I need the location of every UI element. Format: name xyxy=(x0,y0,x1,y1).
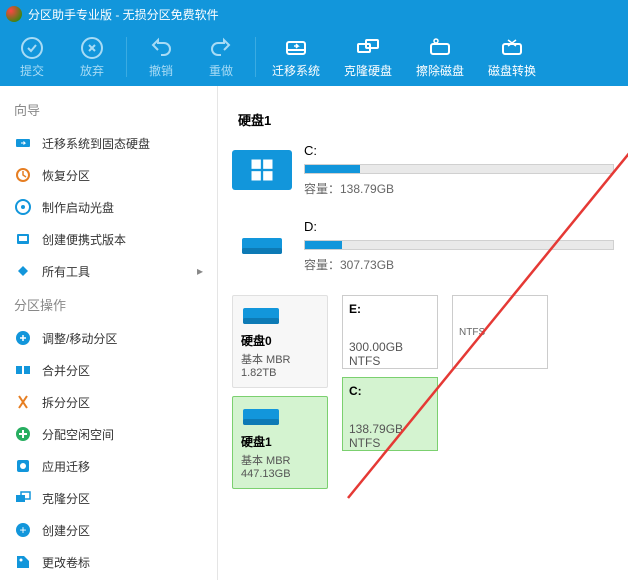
cd-icon xyxy=(14,198,32,216)
sidebar-item[interactable]: 更改卷标 xyxy=(0,546,217,578)
recover-icon xyxy=(14,166,32,184)
wipe-button[interactable]: 擦除磁盘 xyxy=(404,28,476,86)
portable-icon xyxy=(14,230,32,248)
migrate-icon xyxy=(14,134,32,152)
migrate-icon xyxy=(284,36,308,60)
chevron-right-icon: ▸ xyxy=(197,264,203,278)
disk-card[interactable]: 硬盘1基本 MBR447.13GB xyxy=(232,396,328,489)
sidebar: 向导 迁移系统到固态硬盘恢复分区制作启动光盘创建便携式版本所有工具▸ 分区操作 … xyxy=(0,86,218,580)
hdd-icon xyxy=(241,405,281,429)
split-icon xyxy=(14,393,32,411)
app-logo-icon xyxy=(6,6,22,22)
partition-cell[interactable]: C:138.79GB NTFS xyxy=(342,377,438,451)
svg-text:+: + xyxy=(19,523,26,537)
redo-icon xyxy=(209,36,233,60)
create-icon: + xyxy=(14,521,32,539)
titlebar: 分区助手专业版 - 无损分区免费软件 xyxy=(0,0,628,28)
sidebar-item[interactable]: 拆分分区 xyxy=(0,386,217,418)
undo-icon xyxy=(149,36,173,60)
disk-row[interactable]: D:容量：307.73GB xyxy=(232,219,614,273)
section-header-wizard: 向导 xyxy=(0,92,217,127)
x-circle-icon xyxy=(80,36,104,60)
clone-icon xyxy=(14,489,32,507)
clone-icon xyxy=(356,36,380,60)
partition-cell-side[interactable]: NTFS xyxy=(452,295,548,369)
sidebar-item[interactable]: 合并分区 xyxy=(0,354,217,386)
sidebar-item[interactable]: 恢复分区 xyxy=(0,159,217,191)
clone-button[interactable]: 克隆硬盘 xyxy=(332,28,404,86)
drive-icon xyxy=(232,150,292,190)
label-icon xyxy=(14,553,32,571)
wipe-icon xyxy=(428,36,452,60)
discard-button[interactable]: 放弃 xyxy=(62,28,122,86)
app-icon xyxy=(14,457,32,475)
partition-cell[interactable]: E:300.00GB NTFS xyxy=(342,295,438,369)
sidebar-item[interactable]: 迁移系统到固态硬盘 xyxy=(0,127,217,159)
section-header-partition: 分区操作 xyxy=(0,287,217,322)
sidebar-item[interactable]: 应用迁移 xyxy=(0,450,217,482)
window-title: 分区助手专业版 - 无损分区免费软件 xyxy=(28,6,219,23)
sidebar-item[interactable]: 所有工具▸ xyxy=(0,255,217,287)
resize-icon xyxy=(14,329,32,347)
sidebar-item[interactable]: 克隆分区 xyxy=(0,482,217,514)
tools-icon xyxy=(14,262,32,280)
commit-button[interactable]: 提交 xyxy=(2,28,62,86)
alloc-icon xyxy=(14,425,32,443)
disk-card[interactable]: 硬盘0基本 MBR1.82TB xyxy=(232,295,328,388)
sidebar-item[interactable]: 制作启动光盘 xyxy=(0,191,217,223)
disk-row[interactable]: C:容量：138.79GB xyxy=(232,143,614,197)
sidebar-item[interactable]: +创建分区 xyxy=(0,514,217,546)
redo-button[interactable]: 重做 xyxy=(191,28,251,86)
usage-bar xyxy=(304,164,614,174)
hdd-icon xyxy=(241,304,281,328)
sidebar-item[interactable]: 分配空闲空间 xyxy=(0,418,217,450)
drive-icon xyxy=(232,226,292,266)
merge-icon xyxy=(14,361,32,379)
sidebar-item[interactable]: 创建便携式版本 xyxy=(0,223,217,255)
sidebar-item[interactable]: 调整/移动分区 xyxy=(0,322,217,354)
usage-bar xyxy=(304,240,614,250)
toolbar: 提交 放弃 撤销 重做 迁移系统 克隆硬盘 擦除磁盘 磁盘转换 xyxy=(0,28,628,86)
migrate-button[interactable]: 迁移系统 xyxy=(260,28,332,86)
undo-button[interactable]: 撤销 xyxy=(131,28,191,86)
convert-button[interactable]: 磁盘转换 xyxy=(476,28,548,86)
check-circle-icon xyxy=(20,36,44,60)
content-area: 硬盘1 C:容量：138.79GB D:容量：307.73GB 硬盘0基本 MBR… xyxy=(218,86,628,580)
convert-icon xyxy=(500,36,524,60)
disk-header: 硬盘1 xyxy=(238,110,614,129)
